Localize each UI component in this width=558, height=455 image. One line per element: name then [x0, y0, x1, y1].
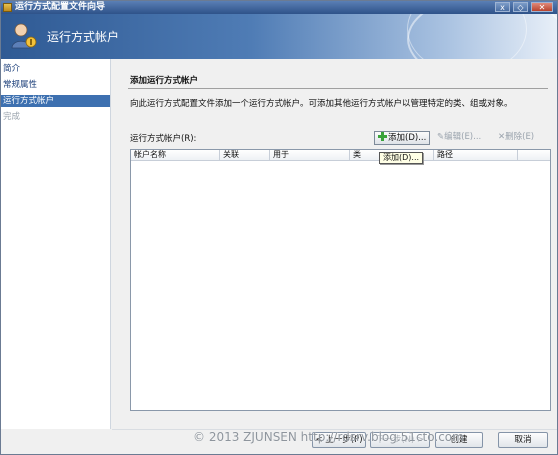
- column-association[interactable]: 关联: [220, 150, 270, 161]
- accounts-list[interactable]: 帐户名称 关联 用于 类 路径: [130, 149, 551, 411]
- edit-account-button: ✎编辑(E)...: [434, 131, 484, 145]
- main-content: 添加运行方式帐户 向此运行方式配置文件添加一个运行方式帐户。可添加其他运行方式帐…: [112, 59, 557, 429]
- sidebar-item-runas-accounts[interactable]: 运行方式帐户: [1, 95, 110, 107]
- cancel-button[interactable]: 取消: [498, 432, 548, 448]
- column-used-for[interactable]: 用于: [270, 150, 350, 161]
- section-divider: [128, 88, 548, 89]
- accounts-list-header: 帐户名称 关联 用于 类 路径: [131, 150, 550, 161]
- header-decoration-2: [407, 14, 527, 59]
- close-button[interactable]: ✕: [531, 2, 553, 12]
- edit-account-label: 编辑(E)...: [444, 132, 482, 142]
- user-icon: [11, 23, 37, 49]
- sidebar-item-intro[interactable]: 简介: [1, 63, 110, 75]
- wizard-app-icon: [3, 3, 12, 12]
- wizard-steps-sidebar: 简介 常规属性 运行方式帐户 完成: [1, 59, 111, 429]
- minimize-button[interactable]: x: [495, 2, 510, 12]
- add-button-tooltip: 添加(D)...: [379, 152, 424, 164]
- delete-account-label: 删除(E): [505, 132, 535, 142]
- window-controls: x ◇ ✕: [495, 2, 553, 12]
- column-account-name[interactable]: 帐户名称: [131, 150, 220, 161]
- sidebar-item-general[interactable]: 常规属性: [1, 79, 110, 91]
- section-title: 添加运行方式帐户: [130, 76, 199, 86]
- add-account-button[interactable]: 添加(D)...: [374, 131, 431, 145]
- restore-button[interactable]: ◇: [513, 2, 528, 12]
- delete-account-button: ✕删除(E): [495, 131, 537, 145]
- column-path[interactable]: 路径: [434, 150, 518, 161]
- add-account-label: 添加(D)...: [388, 133, 427, 143]
- sidebar-item-complete: 完成: [3, 112, 21, 122]
- window-title: 运行方式配置文件向导: [15, 2, 106, 12]
- accounts-list-label: 运行方式帐户(R):: [130, 134, 197, 144]
- wizard-window: 运行方式配置文件向导 x ◇ ✕ 运行方式帐户 简介 常规属性 运行方式帐户 完…: [0, 0, 558, 455]
- title-bar[interactable]: 运行方式配置文件向导 x ◇ ✕: [1, 1, 557, 14]
- section-description: 向此运行方式配置文件添加一个运行方式帐户。可添加其他运行方式帐户以管理特定的类、…: [130, 99, 513, 109]
- page-title: 运行方式帐户: [47, 30, 120, 44]
- wizard-header: 运行方式帐户: [1, 14, 557, 59]
- add-icon: [378, 132, 387, 141]
- copyright-watermark: © 2013 ZJUNSEN http://rdsrv.blog.51cto.c…: [193, 430, 464, 444]
